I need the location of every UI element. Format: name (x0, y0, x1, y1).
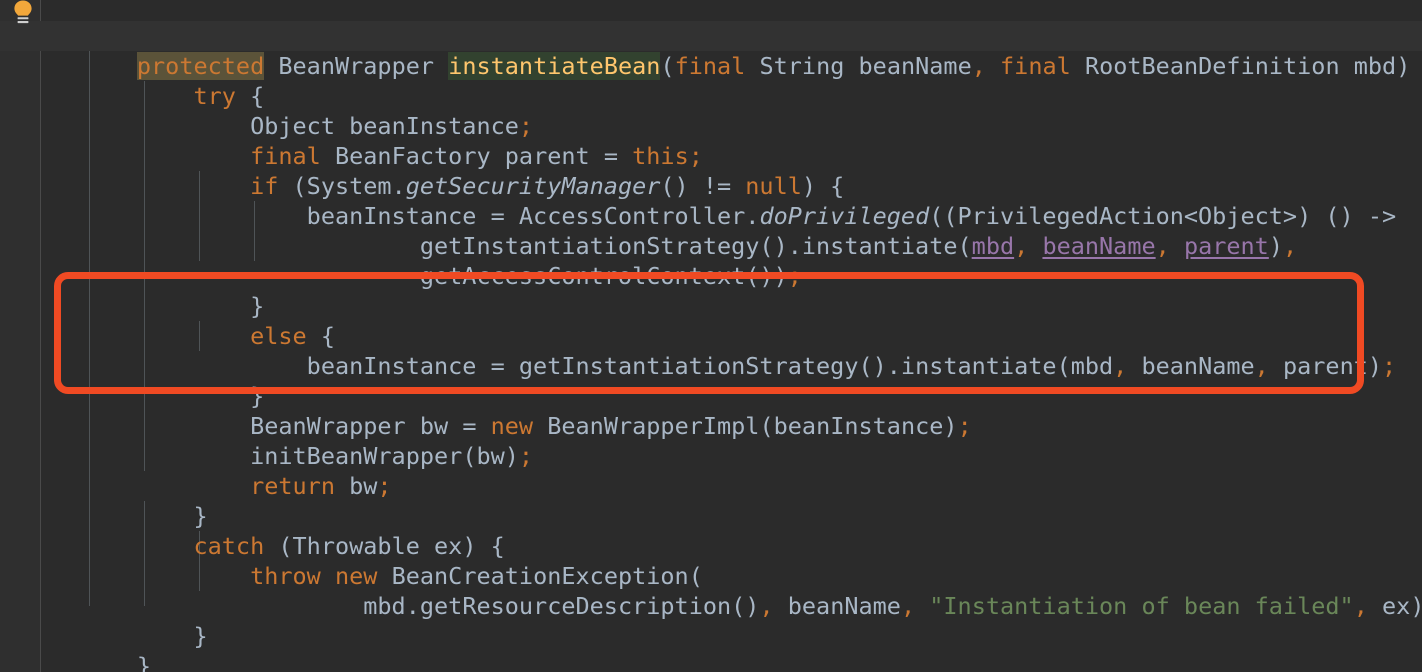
code-line[interactable]: catch (Throwable ex) { (0, 501, 1422, 560)
code-editor[interactable]: */ protected BeanWrapper instantiateBean… (0, 0, 1422, 672)
code-line[interactable]: final BeanFactory parent = this; (0, 111, 1422, 170)
code-line[interactable]: } (0, 261, 1422, 320)
code-content[interactable]: */ protected BeanWrapper instantiateBean… (0, 0, 1422, 672)
code-line[interactable]: } (0, 471, 1422, 530)
code-line[interactable]: initBeanWrapper(bw); (0, 411, 1422, 470)
code-line[interactable]: mbd.getResourceDescription(), beanName, … (0, 561, 1422, 620)
code-line[interactable]: */ (0, 0, 1422, 50)
code-line[interactable]: } (0, 591, 1422, 650)
code-line[interactable]: if (System.getSecurityManager() != null)… (0, 141, 1422, 200)
code-line[interactable]: protected BeanWrapper instantiateBean(fi… (0, 21, 1422, 80)
code-line[interactable]: else { (0, 291, 1422, 350)
code-line[interactable]: try { (0, 51, 1422, 110)
code-line[interactable]: throw new BeanCreationException( (0, 531, 1422, 590)
code-line[interactable]: } (0, 351, 1422, 410)
token-close-brace: } (136, 652, 152, 672)
code-line[interactable]: beanInstance = getInstantiationStrategy(… (0, 321, 1422, 380)
lightbulb-intention-icon[interactable] (11, 0, 35, 26)
code-line[interactable]: getInstantiationStrategy().instantiate(m… (0, 201, 1422, 260)
code-line[interactable]: BeanWrapper bw = new BeanWrapperImpl(bea… (0, 381, 1422, 440)
code-line[interactable]: Object beanInstance; (0, 81, 1422, 140)
code-line[interactable]: beanInstance = AccessController.doPrivil… (0, 171, 1422, 230)
code-line[interactable]: } (0, 621, 1422, 672)
code-line[interactable]: getAccessControlContext()); (0, 231, 1422, 290)
code-line[interactable]: return bw; (0, 441, 1422, 500)
